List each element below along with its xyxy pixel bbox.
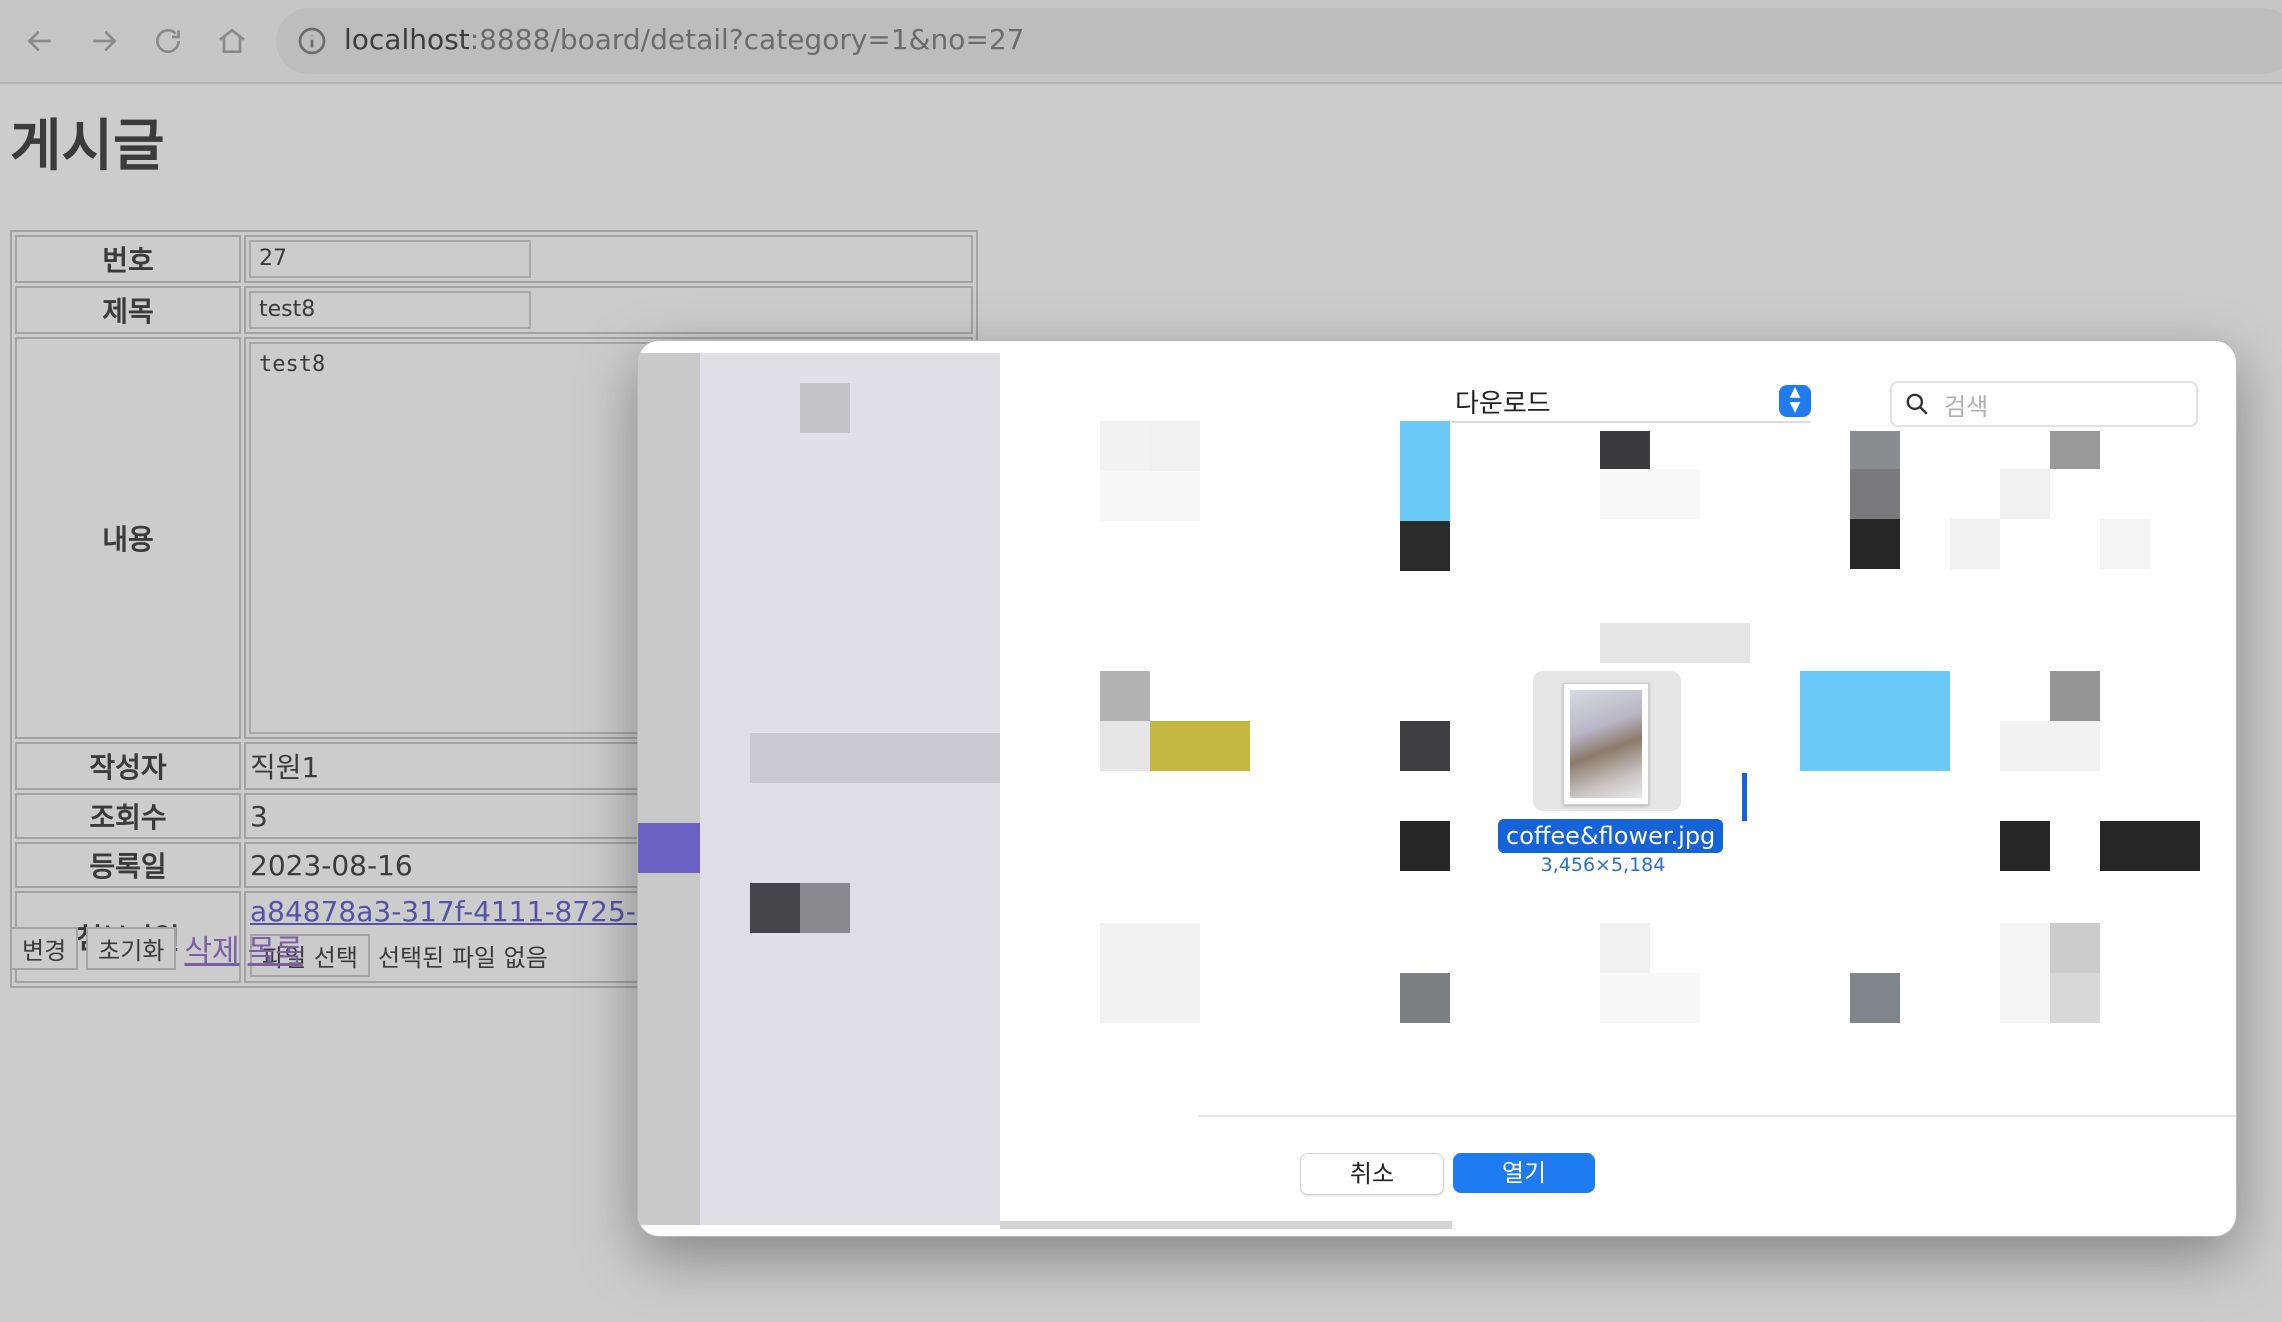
url-text: localhost:8888/board/detail?category=1&n… — [344, 23, 1025, 56]
dialog-divider — [1198, 1115, 2236, 1117]
selected-file-name[interactable]: coffee&flower.jpg — [1498, 819, 1724, 853]
search-field[interactable]: 검색 — [1890, 381, 2198, 427]
file-thumbnail[interactable] — [2050, 671, 2100, 721]
file-thumbnail[interactable] — [1100, 923, 1200, 1023]
forward-icon[interactable] — [82, 19, 126, 63]
file-open-dialog: 다운로드 ▲ ▼ 검색 coffee&flower.jpg 3,456×5,184… — [637, 340, 2237, 1237]
chevron-up-down-icon: ▲ ▼ — [1779, 385, 1811, 417]
address-bar[interactable]: localhost:8888/board/detail?category=1&n… — [276, 8, 2282, 74]
dialog-sidebar — [700, 353, 1000, 1225]
open-button[interactable]: 열기 — [1453, 1153, 1595, 1193]
file-thumbnail[interactable] — [2000, 923, 2050, 1023]
file-thumbnail[interactable] — [1100, 471, 1200, 521]
file-thumbnail[interactable] — [2100, 519, 2150, 569]
change-button[interactable]: 변경 — [10, 926, 79, 970]
text-caret — [1742, 773, 1747, 821]
file-thumbnail[interactable] — [1400, 421, 1450, 521]
number-field[interactable]: 27 — [249, 240, 531, 278]
cancel-button[interactable]: 취소 — [1300, 1153, 1444, 1195]
delete-link[interactable]: 삭제 — [184, 926, 239, 970]
file-thumbnail[interactable] — [2050, 431, 2100, 469]
file-thumbnail[interactable] — [2100, 821, 2200, 871]
search-placeholder: 검색 — [1944, 393, 1989, 421]
dialog-left-strip — [638, 353, 700, 1225]
back-icon[interactable] — [18, 19, 62, 63]
reload-icon[interactable] — [146, 19, 190, 63]
sidebar-icon[interactable] — [800, 883, 850, 933]
selected-file-dimensions: 3,456×5,184 — [1540, 854, 1666, 876]
file-thumbnail[interactable] — [1400, 521, 1450, 571]
reset-button[interactable]: 초기화 — [86, 926, 177, 970]
file-label-placeholder — [1600, 623, 1750, 663]
sidebar-item[interactable] — [750, 733, 1000, 783]
label-number: 번호 — [15, 235, 241, 283]
file-thumbnail[interactable] — [1100, 721, 1150, 771]
list-link[interactable]: 목록 — [248, 926, 303, 970]
file-thumbnail[interactable] — [1600, 431, 1650, 469]
action-bar: 변경 초기화 삭제 목록 — [10, 926, 303, 970]
label-views: 조회수 — [15, 793, 241, 839]
image-thumbnail — [1563, 683, 1649, 805]
file-thumbnail[interactable] — [1850, 469, 1900, 519]
file-thumbnail[interactable] — [1600, 923, 1650, 973]
file-thumbnail[interactable] — [2050, 973, 2100, 1023]
file-thumbnail[interactable] — [1400, 821, 1450, 871]
file-thumbnail[interactable] — [1800, 671, 1950, 771]
location-popup[interactable]: 다운로드 ▲ ▼ — [1451, 381, 1811, 423]
label-date: 등록일 — [15, 842, 241, 888]
file-thumbnail[interactable] — [1150, 721, 1250, 771]
file-thumbnail[interactable] — [1600, 973, 1700, 1023]
file-thumbnail[interactable] — [1400, 973, 1450, 1023]
file-thumbnail[interactable] — [2000, 721, 2100, 771]
file-thumbnail[interactable] — [1850, 519, 1900, 569]
location-label: 다운로드 — [1455, 389, 1551, 419]
label-author: 작성자 — [15, 742, 241, 790]
selected-sidebar-marker — [638, 823, 700, 873]
subject-field[interactable]: test8 — [249, 291, 531, 329]
label-content: 내용 — [15, 337, 241, 739]
file-thumbnail[interactable] — [1100, 421, 1150, 471]
file-thumbnail[interactable] — [1950, 519, 2000, 569]
file-thumbnail[interactable] — [2000, 469, 2050, 519]
file-thumbnail[interactable] — [1150, 421, 1200, 471]
site-info-icon[interactable] — [296, 25, 328, 57]
file-status: 선택된 파일 없음 — [377, 944, 548, 972]
file-thumbnail[interactable] — [2000, 821, 2050, 871]
file-thumbnail[interactable] — [1600, 469, 1700, 519]
selected-file-item[interactable] — [1533, 671, 1681, 811]
search-icon — [1906, 393, 1928, 415]
horizontal-scrollbar[interactable] — [1000, 1221, 1452, 1229]
page-title: 게시글 — [10, 114, 165, 179]
home-icon[interactable] — [210, 19, 254, 63]
sidebar-icon[interactable] — [750, 883, 800, 933]
file-thumbnail[interactable] — [2050, 923, 2100, 973]
file-thumbnail[interactable] — [1100, 671, 1150, 721]
file-thumbnail[interactable] — [1850, 431, 1900, 469]
label-subject: 제목 — [15, 286, 241, 334]
file-thumbnail[interactable] — [1400, 721, 1450, 771]
file-thumbnail[interactable] — [1850, 973, 1900, 1023]
sidebar-icon[interactable] — [800, 383, 850, 433]
browser-toolbar: localhost:8888/board/detail?category=1&n… — [0, 0, 2282, 84]
